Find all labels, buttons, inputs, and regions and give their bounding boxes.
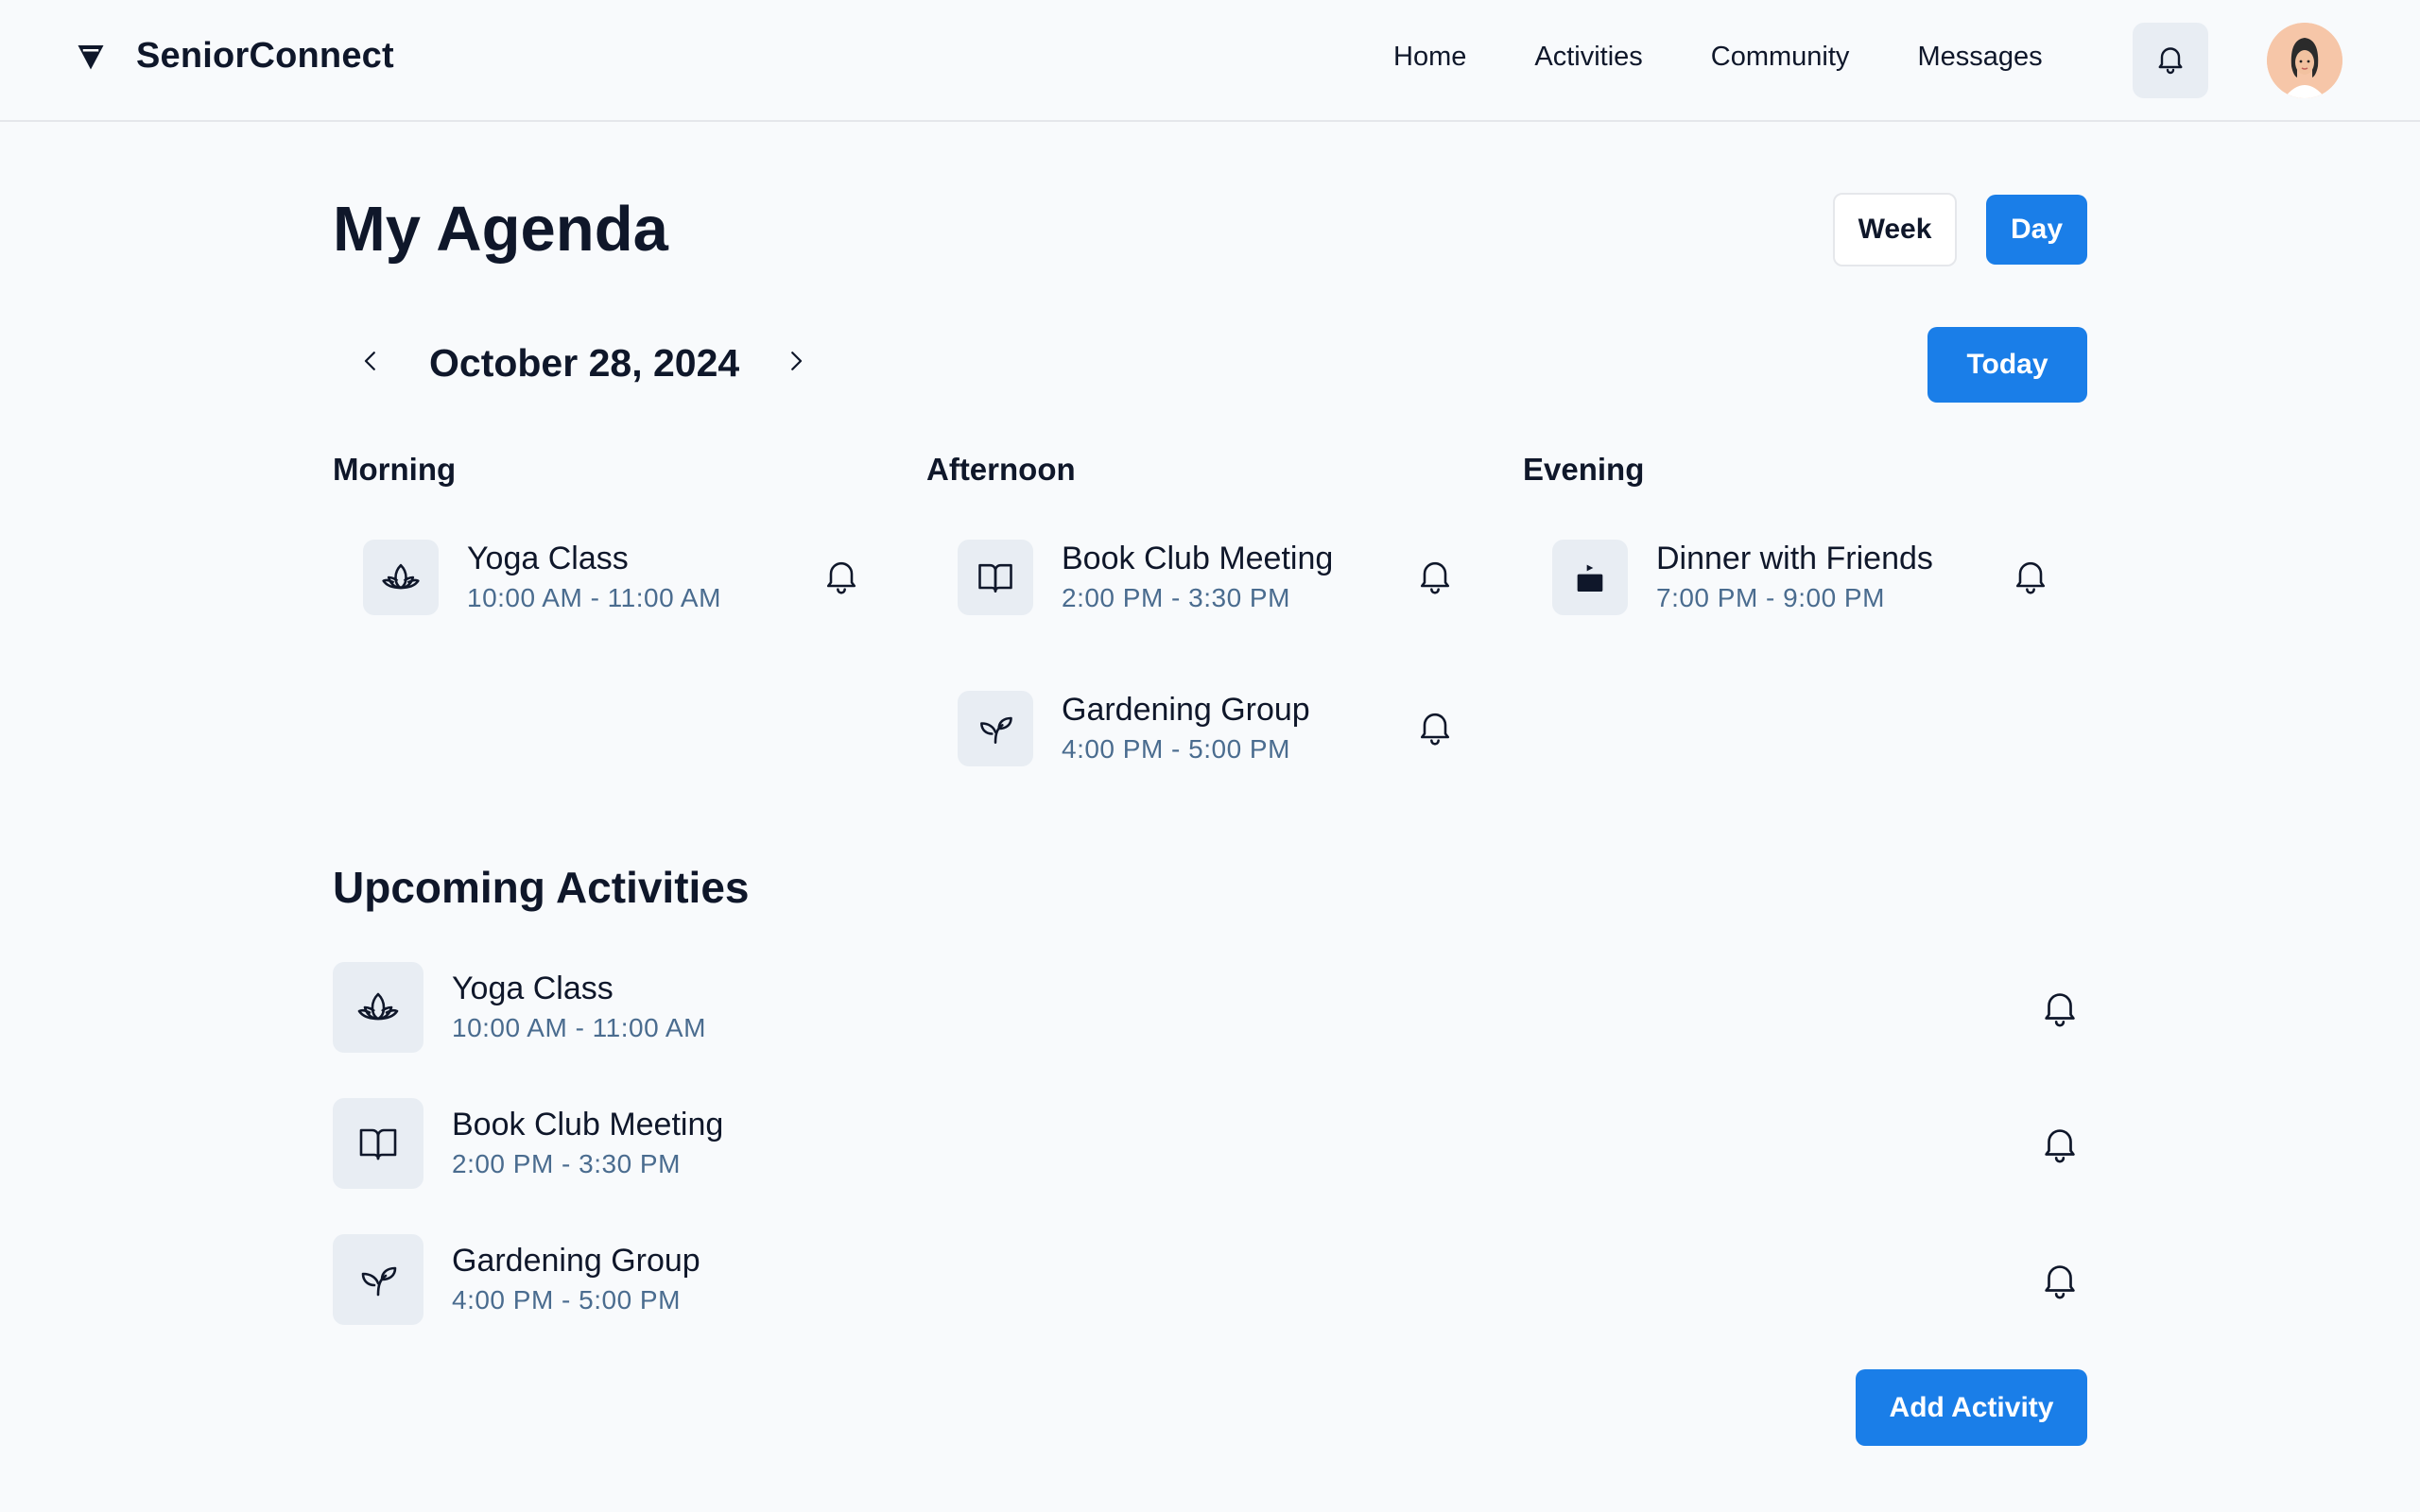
brand[interactable]: SeniorConnect — [74, 36, 394, 77]
activity-title: Book Club Meeting — [1062, 541, 1334, 576]
brand-name: SeniorConnect — [136, 36, 394, 76]
activity-time: 2:00 PM - 3:30 PM — [1062, 583, 1290, 612]
activity-title: Book Club Meeting — [452, 1107, 724, 1143]
reminder-bell-icon[interactable] — [2037, 1121, 2083, 1166]
page-title: My Agenda — [333, 194, 668, 265]
nav-activities[interactable]: Activities — [1534, 42, 1642, 73]
upcoming-item-book-club[interactable]: Book Club Meeting 2:00 PM - 3:30 PM — [333, 1098, 723, 1189]
lotus-icon — [333, 962, 424, 1053]
upcoming-item-gardening[interactable]: Gardening Group 4:00 PM - 5:00 PM — [333, 1234, 700, 1325]
morning-heading: Morning — [333, 452, 457, 487]
agenda-item-book-club[interactable]: Book Club Meeting 2:00 PM - 3:30 PM — [958, 538, 1333, 617]
activity-time: 7:00 PM - 9:00 PM — [1656, 583, 1885, 612]
previous-day-button[interactable] — [333, 325, 408, 401]
week-view-button[interactable]: Week — [1833, 193, 1957, 266]
sprout-icon — [333, 1234, 424, 1325]
date-navigator: October 28, 2024 — [333, 325, 834, 401]
activity-title: Gardening Group — [1062, 692, 1310, 728]
chevron-right-icon — [782, 347, 810, 380]
add-activity-button[interactable]: Add Activity — [1856, 1369, 2087, 1446]
activity-time: 2:00 PM - 3:30 PM — [452, 1149, 681, 1178]
nav-community[interactable]: Community — [1711, 42, 1850, 73]
reminder-bell-icon[interactable] — [2037, 985, 2083, 1030]
activity-title: Yoga Class — [467, 541, 629, 576]
activity-time: 10:00 AM - 11:00 AM — [452, 1013, 706, 1042]
upcoming-item-yoga[interactable]: Yoga Class 10:00 AM - 11:00 AM — [333, 962, 706, 1053]
reminder-bell-icon[interactable] — [1412, 704, 1458, 749]
activity-time: 10:00 AM - 11:00 AM — [467, 583, 721, 612]
logo-icon — [74, 40, 108, 74]
activity-title: Yoga Class — [452, 971, 614, 1006]
activity-time: 4:00 PM - 5:00 PM — [1062, 734, 1290, 764]
book-icon — [958, 540, 1033, 615]
day-view-button[interactable]: Day — [1986, 195, 2087, 265]
next-day-button[interactable] — [758, 325, 834, 401]
afternoon-heading: Afternoon — [926, 452, 1076, 487]
reminder-bell-icon[interactable] — [2037, 1257, 2083, 1302]
current-date: October 28, 2024 — [429, 340, 740, 385]
activity-time: 4:00 PM - 5:00 PM — [452, 1285, 681, 1314]
activity-title: Dinner with Friends — [1656, 541, 1933, 576]
reminder-bell-icon[interactable] — [819, 553, 864, 598]
sprout-icon — [958, 691, 1033, 766]
nav-messages[interactable]: Messages — [1917, 42, 2042, 73]
lotus-icon — [363, 540, 439, 615]
evening-heading: Evening — [1523, 452, 1645, 487]
chevron-left-icon — [356, 347, 385, 380]
nav-home[interactable]: Home — [1393, 42, 1466, 73]
avatar[interactable] — [2267, 23, 2342, 98]
activity-title: Gardening Group — [452, 1243, 700, 1279]
bell-icon — [2153, 42, 2187, 80]
agenda-item-gardening[interactable]: Gardening Group 4:00 PM - 5:00 PM — [958, 689, 1310, 768]
agenda-item-yoga[interactable]: Yoga Class 10:00 AM - 11:00 AM — [363, 538, 721, 617]
reminder-bell-icon[interactable] — [2008, 553, 2053, 598]
book-icon — [333, 1098, 424, 1189]
notifications-button[interactable] — [2133, 23, 2208, 98]
reminder-bell-icon[interactable] — [1412, 553, 1458, 598]
upcoming-title: Upcoming Activities — [333, 863, 750, 912]
agenda-item-dinner[interactable]: Dinner with Friends 7:00 PM - 9:00 PM — [1552, 538, 1933, 617]
main-nav: Home Activities Community Messages — [1393, 42, 2111, 73]
today-button[interactable]: Today — [1927, 327, 2087, 403]
top-navbar: SeniorConnect Home Activities Community … — [0, 0, 2420, 122]
dinner-icon — [1552, 540, 1628, 615]
